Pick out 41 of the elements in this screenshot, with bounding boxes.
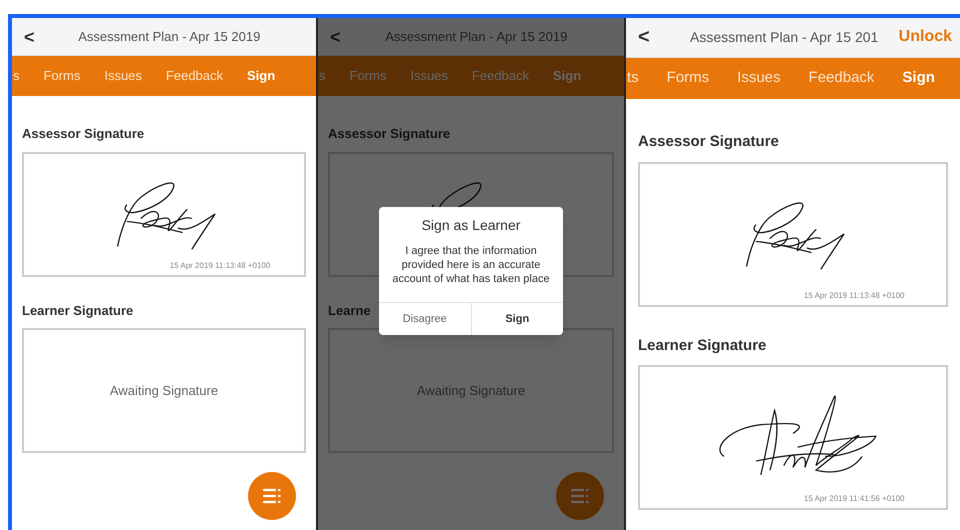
tab[interactable]: Forms: [350, 66, 386, 86]
tab[interactable]: Sign: [902, 67, 935, 90]
section-heading: Assessor Signature: [638, 132, 779, 152]
tab[interactable]: Issues: [104, 66, 142, 86]
signature-timestamp: 15 Apr 2019 11:13:48 +0100: [170, 260, 270, 272]
tab[interactable]: s: [319, 66, 326, 86]
awaiting-signature-text: Awaiting Signature: [416, 382, 526, 400]
unlock-button[interactable]: Unlock: [890, 25, 960, 50]
dialog-title: Sign as Learner: [420, 216, 522, 235]
signature-timestamp: 15 Apr 2019 11:41:56 +0100: [804, 493, 904, 505]
dialog-message: I agree that the information provided here is an accurate account of what has taken place: [391, 244, 551, 287]
tab[interactable]: Feedback: [808, 67, 874, 90]
menu-fab[interactable]: [556, 472, 604, 520]
dialog-button[interactable]: Sign: [470, 303, 563, 335]
tab[interactable]: Feedback: [472, 66, 530, 86]
tab[interactable]: Feedback: [166, 66, 224, 86]
section-heading: Assessor Signature: [328, 125, 450, 143]
tab[interactable]: s: [13, 66, 20, 86]
section-heading: Learner Signature: [638, 336, 766, 356]
back-button[interactable]: <: [318, 22, 353, 50]
dialog-button[interactable]: Disagree: [379, 303, 470, 335]
menu-icon: [570, 488, 590, 504]
section-heading: Learne: [328, 302, 371, 320]
back-button[interactable]: <: [626, 23, 662, 52]
section-heading: Learner Signature: [22, 302, 134, 320]
signature-timestamp: 15 Apr 2019 11:13:48 +0100: [804, 290, 904, 302]
awaiting-signature-text: Awaiting Signature: [110, 382, 218, 400]
screen-title: Assessment Plan - Apr 15 201: [689, 28, 880, 47]
tab[interactable]: Forms: [44, 66, 80, 86]
tab[interactable]: Sign: [553, 66, 582, 86]
screen-title: Assessment Plan - Apr 15 2019: [77, 28, 262, 46]
screen-title: Assessment Plan - Apr 15 2019: [384, 28, 568, 46]
section-heading: Assessor Signature: [22, 125, 144, 143]
back-button[interactable]: <: [12, 22, 47, 50]
menu-icon: [262, 488, 282, 504]
tab[interactable]: Sign: [247, 66, 276, 86]
tab[interactable]: ts: [627, 67, 639, 90]
tab[interactable]: Issues: [410, 66, 448, 86]
tab[interactable]: Issues: [737, 67, 781, 90]
menu-fab[interactable]: [248, 472, 296, 520]
tab[interactable]: Forms: [666, 67, 710, 90]
